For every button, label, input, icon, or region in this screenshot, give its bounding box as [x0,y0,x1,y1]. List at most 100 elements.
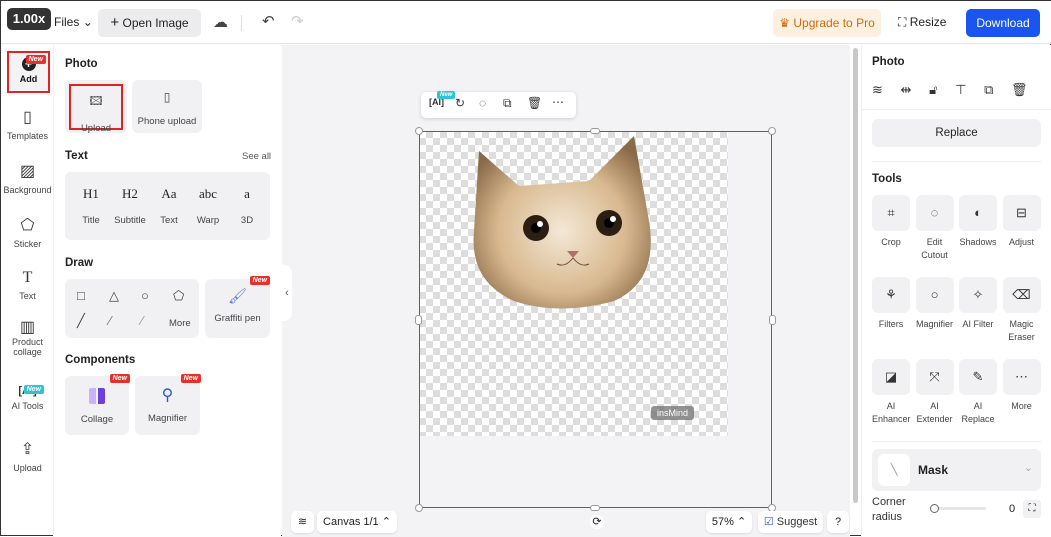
canvas-pages-button[interactable]: Canvas 1/1 ⌃ [317,511,397,533]
layers-icon[interactable]: ≋ [872,82,884,97]
rail-item-upload[interactable]: ⇪ Upload [1,439,54,473]
corner-radius-slider[interactable] [930,504,986,513]
resize-handle[interactable] [590,128,600,134]
slider-thumb[interactable] [930,504,939,513]
more-shapes-link[interactable]: More [169,318,191,329]
text-preset-3d[interactable]: a 3D [229,186,265,226]
upgrade-button[interactable]: ♛ Upgrade to Pro [773,9,881,37]
phone-upload-label: Phone upload [137,116,197,127]
resize-handle[interactable] [415,504,423,512]
text-preset-text[interactable]: Aa Text [151,186,187,226]
independent-corners-icon[interactable]: ⛶ [1023,500,1041,518]
circle-icon[interactable]: ○ [141,288,149,303]
rail-item-templates[interactable]: ▯ Templates [1,107,54,141]
see-all-link[interactable]: See all [242,151,271,162]
tool-ai-enhancer[interactable]: ◪ AI Enhancer [872,359,911,426]
tool-crop[interactable]: ⌗ Crop [872,195,910,249]
ai-enhancer-icon: ◪ [872,359,910,395]
shape-presets: □ △ ○ ⬠ ╱ ⁄ ⁄ More [65,279,199,338]
pentagon-icon[interactable]: ⬠ [173,288,184,304]
redo-icon[interactable]: ↷ [291,12,304,30]
rail-item-background[interactable]: ▨ Background [1,161,54,195]
corner-radius-value[interactable]: 0 [1009,503,1015,515]
resize-handle[interactable] [415,127,423,135]
tool-adjust[interactable]: ⊟ Adjust [1002,195,1041,249]
suggest-button[interactable]: ☑ Suggest [758,511,823,533]
collage-icon: ▥ [19,319,36,336]
tool-label: Cutout [921,250,948,260]
square-icon[interactable]: □ [77,288,85,303]
element-toolbar: [AI] New ↻ ◌ ⧉ 🗑 ⋯ [421,91,576,118]
more-icon: ⋯ [1002,359,1041,395]
text-preset-warp[interactable]: abc Warp [190,186,226,226]
resize-button[interactable]: ⛶ Resize [898,15,946,30]
files-menu[interactable]: Files ⌄ [54,15,93,29]
scrollbar[interactable] [853,48,858,503]
tool-shadows[interactable]: ◐ Shadows [959,195,997,249]
new-badge: New [249,276,270,285]
suggest-icon: ☑ [763,516,774,528]
magnifier-card[interactable]: New ⚲ Magnifier [135,374,201,435]
magic-rotate-icon[interactable]: ↻ [455,96,465,110]
tool-magic-eraser[interactable]: ⌫ Magic Eraser [1002,277,1041,344]
tool-ai-replace[interactable]: ✎ AI Replace [959,359,997,426]
phone-upload-card[interactable]: ▯ Phone upload [132,80,202,133]
cloud-icon[interactable]: ☁ [213,13,228,31]
help-button[interactable]: ? [827,511,849,533]
download-button[interactable]: Download [966,9,1040,37]
delete-icon[interactable]: 🗑︎ [1011,82,1029,97]
mask-dropdown[interactable]: ╲ Mask ⌄ [872,449,1041,491]
resize-handle[interactable] [590,505,600,511]
collage-card[interactable]: New Collage [65,374,130,435]
rail-label: Upload [13,463,42,473]
tool-filters[interactable]: ⚘ Filters [872,277,910,331]
chevron-up-icon: ⌃ [736,516,747,528]
zoom-select[interactable]: 57% ⌃ [706,511,752,533]
flip-icon[interactable]: ⇹ [901,82,913,97]
rail-item-ai-tools[interactable]: [AI]NewAI Tools [1,385,54,411]
tool-label: Shadows [959,237,997,247]
divider [872,161,1041,162]
resize-handle[interactable] [769,315,776,325]
dotted-line-icon[interactable]: ⁄ [141,313,143,328]
open-image-button[interactable]: + Open Image [98,9,201,37]
tool-label: AI [886,401,896,411]
line-icon[interactable]: ╱ [77,313,85,329]
resize-icon: ⛶ [898,15,907,29]
undo-icon[interactable]: ↶ [262,12,275,30]
rail-item-product-collage[interactable]: ▥ Product collage [1,319,54,358]
tool-ai-filter[interactable]: ✧ AI Filter [959,277,997,331]
resize-handle[interactable] [415,315,422,325]
rail-item-text[interactable]: T Text [1,269,54,301]
duplicate-icon[interactable]: ⧉ [503,96,512,111]
resize-handle[interactable] [768,127,776,135]
canvas-area[interactable]: ‹ [AI] New ↻ ◌ ⧉ 🗑 ⋯ insMind ⟳ ≋ Canvas … [282,45,858,537]
more-icon[interactable]: ⋯ [552,95,564,109]
triangle-icon[interactable]: △ [109,288,119,304]
layers-button[interactable]: ≋ [291,511,314,533]
tool-magnifier[interactable]: ○ Magnifier [915,277,954,331]
paint-roller-icon[interactable]: ⊤ [955,82,967,97]
text-preset-subtitle[interactable]: H2 Subtitle [112,186,148,226]
layers-icon: ≋ [297,516,308,528]
open-image-label: Open Image [122,16,189,30]
lock-icon[interactable]: 🔓︎ [929,82,938,97]
tool-edit-cutout[interactable]: ◌ Edit Cutout [915,195,954,262]
rail-item-sticker[interactable]: ⬠ Sticker [1,215,54,249]
files-label: Files [54,15,80,29]
duplicate-icon[interactable]: ⧉ [984,82,994,97]
collapse-panel-button[interactable]: ‹ [282,265,292,321]
upload-card[interactable]: 🖾 Upload [65,80,127,134]
graffiti-pen-card[interactable]: New 🖌 Graffiti pen [205,276,270,338]
delete-icon[interactable]: 🗑 [527,96,542,110]
tool-more[interactable]: ⋯ More [1002,359,1041,413]
dashed-line-icon[interactable]: ⁄ [109,313,111,328]
replace-button[interactable]: Replace [872,119,1041,147]
tool-ai-extender[interactable]: ⤧ AI Extender [915,359,954,426]
rail-item-add[interactable]: + New Add [7,51,50,93]
text-preset-title[interactable]: H1 Title [73,186,109,226]
text-preset-glyph: H1 [83,186,99,201]
cutout-icon[interactable]: ◌ [479,96,486,110]
rotate-handle-icon[interactable]: ⟳ [590,515,604,529]
label-line: Corner [872,496,906,508]
